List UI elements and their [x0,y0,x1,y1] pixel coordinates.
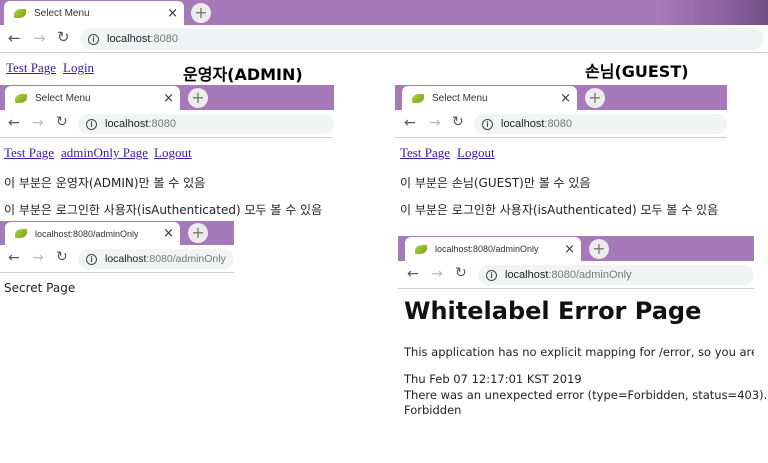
tab-title: localhost:8080/adminOnly [35,228,139,239]
tabstrip-decoration [658,0,768,25]
guest-error-tab[interactable]: localhost:8080/adminOnly × [405,237,581,261]
admin-only-address-bar[interactable]: i localhost :8080/adminOnly [78,249,234,269]
back-icon[interactable]: ← [8,31,21,46]
forward-icon[interactable]: → [431,267,443,281]
forward-icon[interactable]: → [429,116,441,130]
close-icon[interactable]: × [163,92,174,105]
url-path: :8080 [148,118,176,130]
info-icon[interactable]: i [86,118,97,130]
outer-toolbar: ← → ↻ i localhost :8080 [0,25,768,53]
error-reason: Forbidden [404,403,462,417]
url-host: localhost [105,118,149,130]
guest-label: 손님(GUEST) [585,62,689,81]
error-message-clip: This application has no explicit mapping… [404,345,754,361]
guest-error-toolbar: ← → ↻ i localhost :8080/adminOnly [398,261,754,289]
tab-title: Select Menu [35,92,91,104]
outer-address-bar[interactable]: i localhost :8080 [80,28,764,50]
back-icon[interactable]: ← [407,267,419,281]
new-tab-button[interactable]: + [188,223,208,243]
info-icon[interactable]: i [88,33,99,45]
forward-icon[interactable]: → [32,116,44,130]
admin-menu-tab-strip: Select Menu × + [0,85,334,110]
error-page-title: Whitelabel Error Page [404,297,702,325]
admin-menu-toolbar: ← → ↻ i localhost :8080 [0,110,334,138]
info-icon[interactable]: i [486,269,497,281]
reload-icon[interactable]: ↻ [57,30,70,45]
url-path: :8080/adminOnly [548,269,632,281]
admin-menu-tab[interactable]: Select Menu × [5,86,180,110]
back-icon[interactable]: ← [8,251,20,265]
test-page-link[interactable]: Test Page [400,145,450,161]
new-tab-button[interactable]: + [188,88,208,108]
error-timestamp: Thu Feb 07 12:17:01 KST 2019 [404,372,582,386]
reload-icon[interactable]: ↻ [452,115,464,129]
close-icon[interactable]: × [163,227,174,240]
guest-menu-address-bar[interactable]: i localhost :8080 [474,114,727,134]
leaf-icon [415,244,427,254]
leaf-icon [14,8,26,18]
logout-link[interactable]: Logout [154,145,192,161]
admin-only-toolbar: ← → ↻ i localhost :8080/adminOnly [0,245,234,273]
test-page-link[interactable]: Test Page [4,145,54,161]
guest-error-address-bar[interactable]: i localhost :8080/adminOnly [478,265,754,285]
admin-only-page-link[interactable]: adminOnly Page [61,145,148,161]
url-path: :8080 [150,33,178,45]
test-page-link[interactable]: Test Page [6,60,56,76]
admin-only-text: 이 부분은 운영자(ADMIN)만 볼 수 있음 [4,176,206,190]
admin-only-tab[interactable]: localhost:8080/adminOnly × [5,222,180,245]
secret-page-text: Secret Page [4,281,76,295]
back-icon[interactable]: ← [8,116,20,130]
close-icon[interactable]: × [167,7,178,20]
reload-icon[interactable]: ↻ [455,266,467,280]
url-host: localhost [105,253,147,265]
guest-menu-toolbar: ← → ↻ i localhost :8080 [395,110,727,138]
back-icon[interactable]: ← [404,116,416,130]
forward-icon[interactable]: → [32,251,44,265]
guest-menu-tab-strip: Select Menu × + [395,85,727,110]
info-icon[interactable]: i [482,118,493,130]
leaf-icon [15,229,27,238]
logout-link[interactable]: Logout [457,145,495,161]
guest-error-tab-strip: localhost:8080/adminOnly × + [398,236,754,261]
url-host: localhost [505,269,549,281]
reload-icon[interactable]: ↻ [56,115,68,129]
url-path: :8080/adminOnly [146,253,226,265]
guest-menu-tab[interactable]: Select Menu × [402,86,577,110]
error-mapping-text: This application has no explicit mapping… [404,345,754,359]
info-icon[interactable]: i [86,253,97,265]
admin-only-tab-strip: localhost:8080/adminOnly × + [0,221,234,245]
outer-tab[interactable]: Select Menu × [4,1,184,25]
outer-tab-strip: Select Menu × + [0,0,768,25]
reload-icon[interactable]: ↻ [56,250,68,264]
admin-label: 운영자(ADMIN) [183,65,303,84]
close-icon[interactable]: × [564,243,575,256]
guest-only-text: 이 부분은 손님(GUEST)만 볼 수 있음 [400,176,591,190]
admin-menu-address-bar[interactable]: i localhost :8080 [78,114,334,134]
authenticated-text: 이 부분은 로그인한 사용자(isAuthenticated) 모두 볼 수 있… [400,203,719,217]
url-host: localhost [501,118,545,130]
close-icon[interactable]: × [560,92,571,105]
tab-title: Select Menu [34,7,90,19]
error-detail: There was an unexpected error (type=Forb… [404,388,768,402]
leaf-icon [412,93,424,103]
new-tab-button[interactable]: + [585,88,605,108]
new-tab-button[interactable]: + [191,3,211,23]
login-link[interactable]: Login [63,60,94,76]
tab-title: Select Menu [432,92,488,104]
authenticated-text: 이 부분은 로그인한 사용자(isAuthenticated) 모두 볼 수 있… [4,203,323,217]
forward-icon[interactable]: → [33,31,46,46]
new-tab-button[interactable]: + [589,239,609,259]
leaf-icon [15,93,27,103]
url-host: localhost [107,33,151,45]
tab-title: localhost:8080/adminOnly [435,244,539,254]
url-path: :8080 [544,118,572,130]
